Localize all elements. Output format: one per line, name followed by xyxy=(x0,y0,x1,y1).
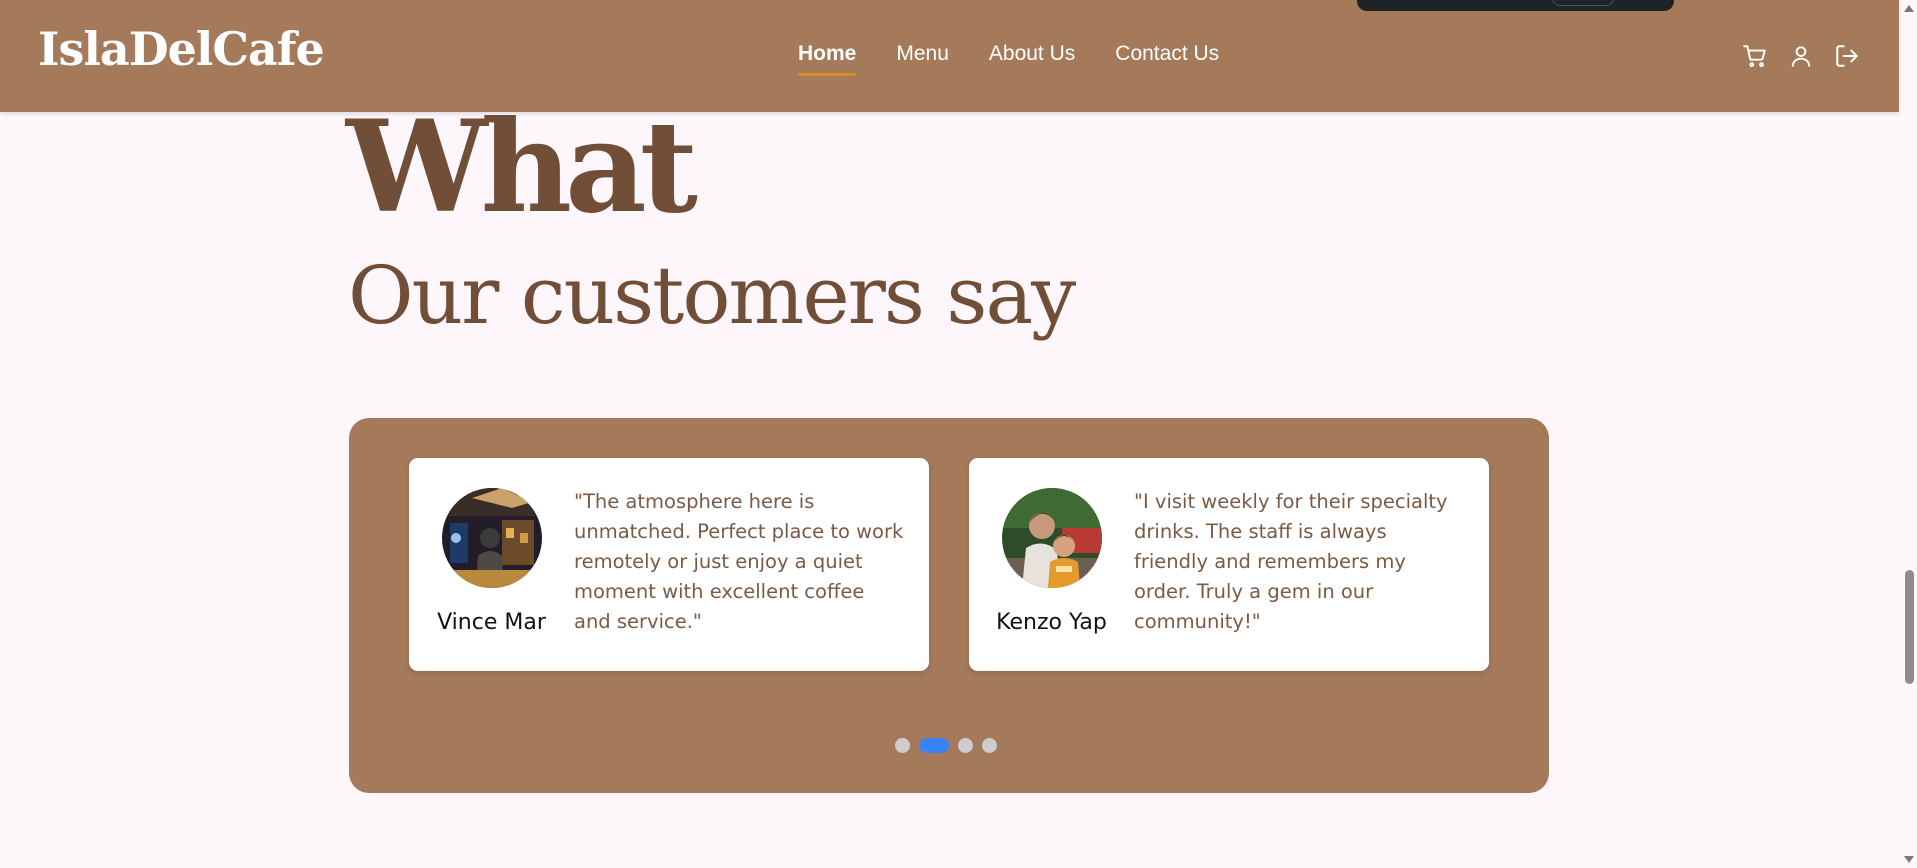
nav-icons xyxy=(1742,43,1860,69)
avatar xyxy=(442,488,542,588)
brand-logo[interactable]: IslaDelCafe xyxy=(38,22,325,76)
scroll-down-icon[interactable] xyxy=(1904,856,1914,863)
section-subheadline: Our customers say xyxy=(348,249,1076,342)
nav-link-menu[interactable]: Menu xyxy=(896,42,949,66)
testimonial-quote: "The atmosphere here is unmatched. Perfe… xyxy=(574,490,904,633)
nav-link-about-us[interactable]: About Us xyxy=(989,42,1075,66)
testimonial-card: Kenzo Yap "I visit weekly for their spec… xyxy=(969,458,1489,671)
avatar xyxy=(1002,488,1102,588)
main-nav: Home Menu About Us Contact Us xyxy=(798,42,1219,76)
overlay-popup-edge xyxy=(1357,0,1674,11)
nav-link-contact-us[interactable]: Contact Us xyxy=(1115,42,1219,66)
reviewer-name: Vince Mar xyxy=(437,610,546,635)
logout-icon[interactable] xyxy=(1834,43,1860,69)
carousel-dot[interactable] xyxy=(982,738,997,753)
reviewer-name: Kenzo Yap xyxy=(996,610,1107,635)
section-headline: What xyxy=(346,93,698,241)
user-icon[interactable] xyxy=(1788,43,1814,69)
navbar: IslaDelCafe Home Menu About Us Contact U… xyxy=(0,0,1899,112)
carousel-dot[interactable] xyxy=(958,738,973,753)
overlay-popup-button[interactable] xyxy=(1552,0,1614,6)
nav-link-home[interactable]: Home xyxy=(798,42,857,76)
scroll-thumb[interactable] xyxy=(1905,570,1914,684)
scroll-up-icon[interactable] xyxy=(1904,5,1914,12)
cart-icon[interactable] xyxy=(1742,43,1768,69)
testimonial-card: Vince Mar "The atmosphere here is unmatc… xyxy=(409,458,929,671)
carousel-pagination xyxy=(895,738,997,753)
carousel-dot-active[interactable] xyxy=(919,738,949,753)
testimonial-quote: "I visit weekly for their specialty drin… xyxy=(1134,490,1448,633)
testimonial-carousel: Vince Mar "The atmosphere here is unmatc… xyxy=(349,418,1549,793)
page-scrollbar[interactable] xyxy=(1901,0,1917,868)
carousel-dot[interactable] xyxy=(895,738,910,753)
